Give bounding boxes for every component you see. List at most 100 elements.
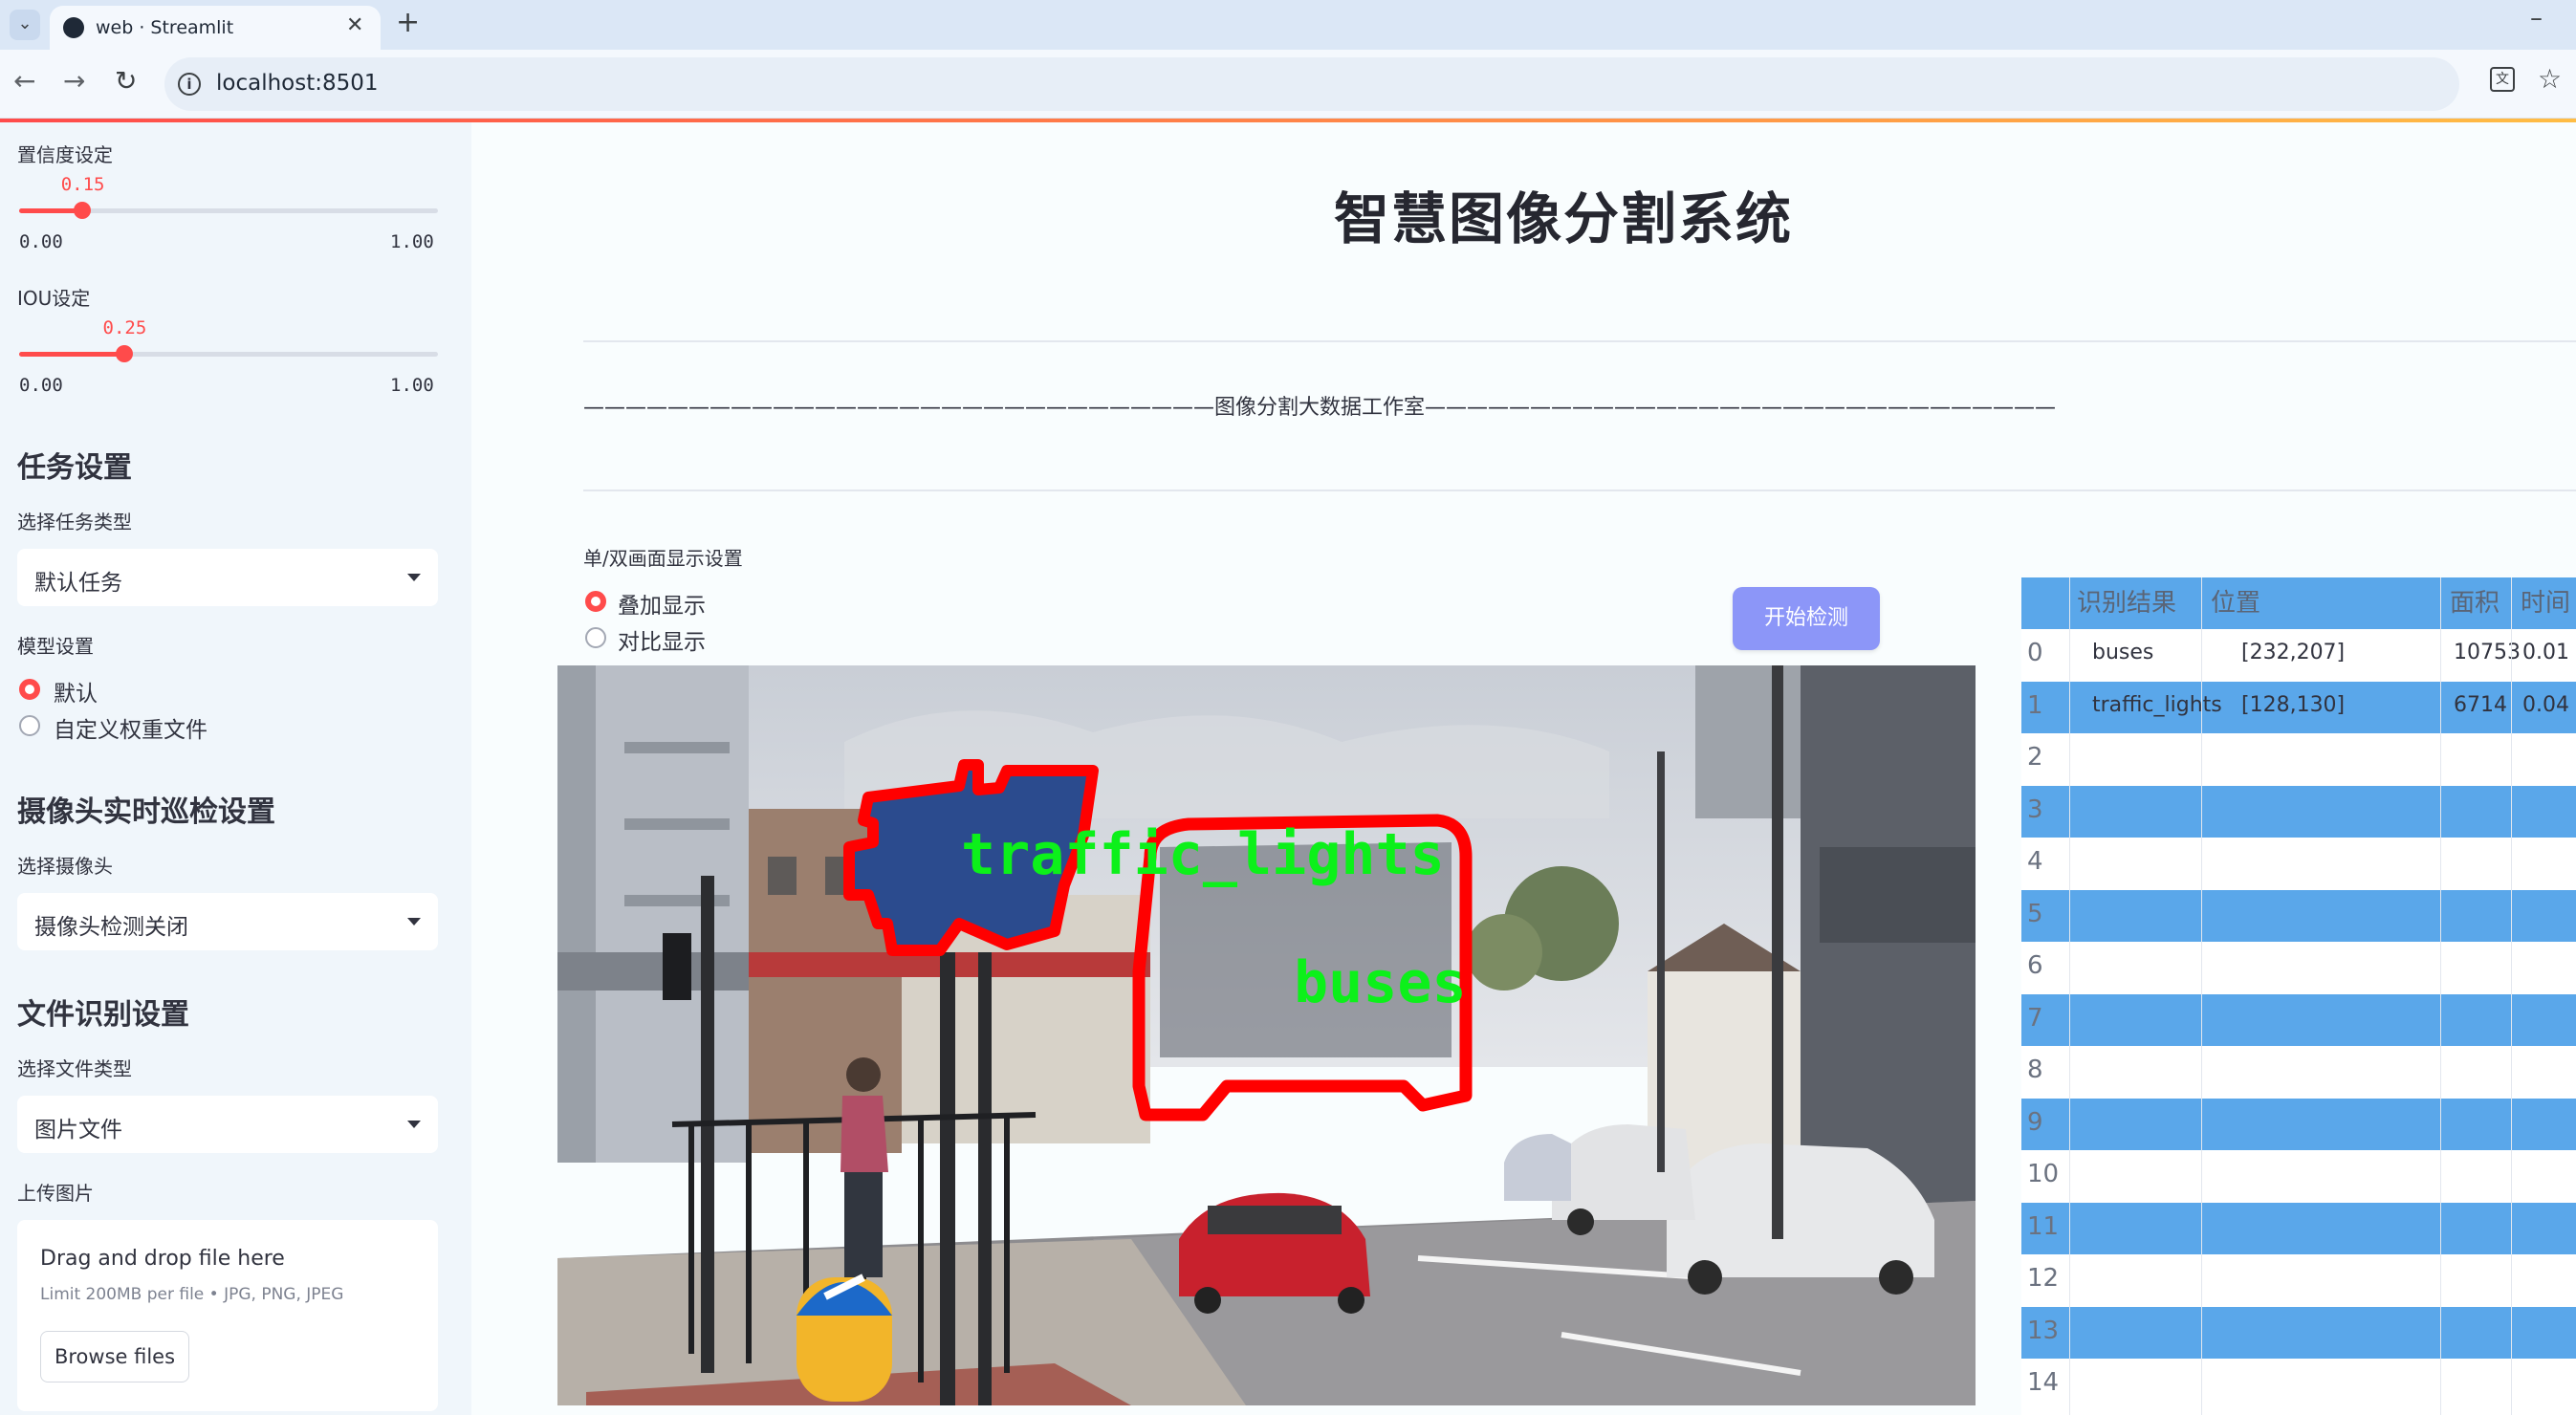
close-tab-icon[interactable]: ✕ <box>346 13 363 37</box>
col-area-header[interactable]: 面积 <box>2450 577 2500 629</box>
display-mode-label: 单/双画面显示设置 <box>583 547 743 570</box>
chevron-down-icon <box>407 1121 421 1128</box>
row-index: 3 <box>2027 795 2043 824</box>
browse-files-button[interactable]: Browse files <box>40 1331 189 1382</box>
model-custom-radio[interactable] <box>19 715 40 736</box>
forward-icon[interactable]: → <box>63 65 85 97</box>
cell-position: [128,130] <box>2241 692 2346 717</box>
streamlit-favicon-icon <box>63 17 84 38</box>
table-row[interactable]: 7 <box>2021 993 2576 1046</box>
traffic-pole-center <box>940 952 955 1405</box>
overlay-display-radio[interactable] <box>585 591 606 612</box>
red-car <box>1179 1192 1370 1314</box>
iou-max: 1.00 <box>390 375 434 396</box>
tab-search-icon[interactable]: ⌄ <box>10 10 40 40</box>
drop-text: Drag and drop file here <box>40 1247 285 1271</box>
row-index: 7 <box>2027 1003 2043 1033</box>
start-detection-button[interactable]: 开始检测 <box>1733 587 1880 650</box>
iou-slider-thumb[interactable] <box>115 345 133 362</box>
url-field[interactable]: i localhost:8501 <box>164 57 2459 111</box>
compare-display-radio[interactable] <box>585 627 606 648</box>
row-index: 14 <box>2027 1368 2060 1397</box>
iou-value: 0.25 <box>102 317 147 338</box>
confidence-slider[interactable] <box>19 202 438 219</box>
browser-tab[interactable]: web · Streamlit ✕ <box>50 6 381 50</box>
divider-bottom <box>583 490 2576 491</box>
task-type-label: 选择任务类型 <box>17 511 132 533</box>
tab-title: web · Streamlit <box>96 17 234 38</box>
file-type-select[interactable]: 图片文件 <box>17 1096 438 1153</box>
camera-select[interactable]: 摄像头检测关闭 <box>17 893 438 950</box>
cell-result: buses <box>2092 641 2154 664</box>
model-default-label[interactable]: 默认 <box>54 675 98 708</box>
col-time-header[interactable]: 时间 <box>2521 577 2570 629</box>
row-index: 1 <box>2027 690 2043 720</box>
model-custom-label[interactable]: 自定义权重文件 <box>54 711 207 744</box>
url-text: localhost:8501 <box>216 71 379 96</box>
cell-position: [232,207] <box>2241 641 2346 664</box>
address-bar: ← → ↻ i localhost:8501 文 ☆ <box>0 50 2576 119</box>
cell-time: 0.01 <box>2522 641 2569 664</box>
row-index: 0 <box>2027 639 2043 667</box>
compare-display-label[interactable]: 对比显示 <box>618 623 706 656</box>
table-row[interactable]: 13 <box>2021 1306 2576 1359</box>
confidence-slider-thumb[interactable] <box>73 202 91 219</box>
table-row[interactable]: 1 traffic_lights [128,130] 6714 0.04 <box>2021 681 2576 733</box>
limit-text: Limit 200MB per file • JPG, PNG, JPEG <box>40 1285 344 1304</box>
cell-area: 6714 <box>2454 692 2507 717</box>
table-row[interactable]: 2 <box>2021 733 2576 786</box>
column-divider <box>2201 577 2202 1415</box>
table-row[interactable]: 10 <box>2021 1150 2576 1203</box>
col-position-header[interactable]: 位置 <box>2211 577 2260 629</box>
model-default-radio[interactable] <box>19 679 40 700</box>
page-title: 智慧图像分割系统 <box>1334 186 1794 251</box>
file-dropzone[interactable]: Drag and drop file here Limit 200MB per … <box>17 1220 438 1411</box>
result-table[interactable]: 识别结果 位置 面积 时间 0 buses [232,207] 10 7 5 3 0.01 1 t… <box>2021 577 2576 1415</box>
upload-label: 上传图片 <box>17 1182 94 1205</box>
confidence-value: 0.15 <box>60 174 105 195</box>
iou-label: IOU设定 <box>17 287 91 310</box>
table-row[interactable]: 0 buses [232,207] 10753 0.01 <box>2021 629 2576 682</box>
site-info-icon[interactable]: i <box>178 73 201 96</box>
new-tab-icon[interactable]: + <box>396 6 420 39</box>
iou-slider[interactable] <box>19 345 438 362</box>
camera-settings-heading: 摄像头实时巡检设置 <box>17 795 275 829</box>
model-settings-label: 模型设置 <box>17 635 94 658</box>
translate-icon[interactable]: 文 <box>2490 67 2515 92</box>
file-type-label: 选择文件类型 <box>17 1057 132 1080</box>
reload-icon[interactable]: ↻ <box>115 65 137 97</box>
subtitle-banner: ——————————————————————————————图像分割大数据工作室… <box>583 396 2057 420</box>
table-row[interactable]: 3 <box>2021 785 2576 838</box>
file-type-value: 图片文件 <box>34 1118 122 1143</box>
cell-result: traffic_lights <box>2092 692 2222 717</box>
bookmark-star-icon[interactable]: ☆ <box>2538 63 2562 95</box>
row-index: 8 <box>2027 1056 2043 1084</box>
minimize-icon[interactable]: – <box>2530 4 2543 33</box>
file-settings-heading: 文件识别设置 <box>17 998 189 1032</box>
col-result-header[interactable]: 识别结果 <box>2077 577 2176 629</box>
table-row[interactable]: 14 <box>2021 1359 2576 1411</box>
column-divider <box>2440 577 2441 1415</box>
detection-result-image: traffic_lights buses <box>557 665 1976 1405</box>
back-icon[interactable]: ← <box>13 65 35 97</box>
iou-min: 0.00 <box>19 375 63 396</box>
row-index: 13 <box>2027 1316 2060 1345</box>
table-row[interactable]: 4 <box>2021 838 2576 890</box>
task-type-value: 默认任务 <box>34 571 122 596</box>
row-index: 9 <box>2027 1107 2043 1137</box>
camera-value: 摄像头检测关闭 <box>34 915 188 940</box>
table-row[interactable]: 9 <box>2021 1098 2576 1150</box>
table-row[interactable]: 11 <box>2021 1202 2576 1254</box>
column-divider <box>2511 577 2512 1415</box>
table-row[interactable]: 6 <box>2021 942 2576 994</box>
row-index: 10 <box>2027 1160 2060 1188</box>
camera-label: 选择摄像头 <box>17 855 113 878</box>
table-row[interactable]: 5 <box>2021 889 2576 942</box>
overlay-display-label[interactable]: 叠加显示 <box>618 587 706 620</box>
task-type-select[interactable]: 默认任务 <box>17 549 438 606</box>
table-row[interactable]: 12 <box>2021 1254 2576 1307</box>
table-row[interactable]: 8 <box>2021 1046 2576 1099</box>
browser-tab-bar: ⌄ web · Streamlit ✕ + – <box>0 0 2576 50</box>
row-index: 2 <box>2027 743 2043 772</box>
confidence-min: 0.00 <box>19 231 63 252</box>
